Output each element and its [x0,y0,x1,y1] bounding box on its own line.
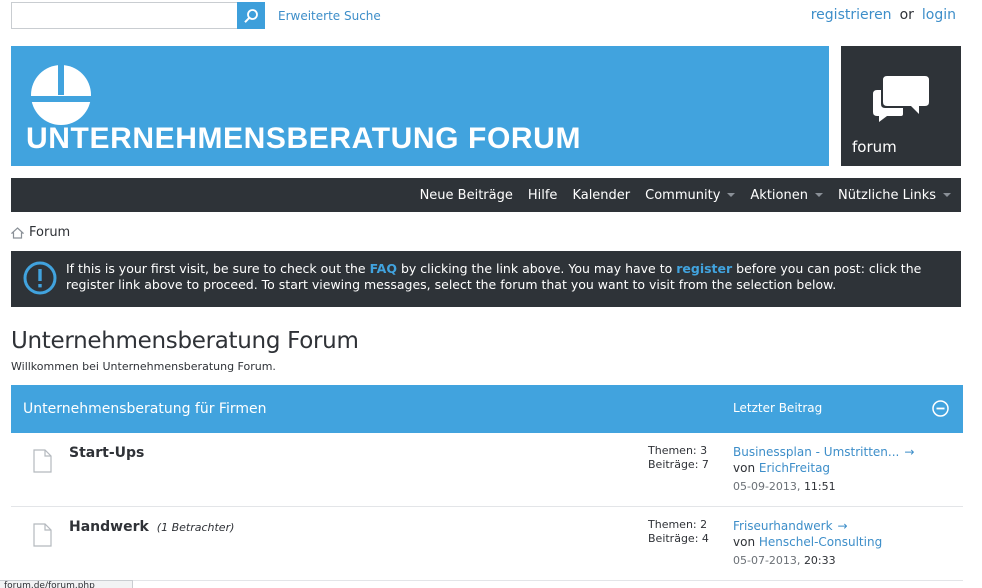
faq-link[interactable]: FAQ [370,261,397,276]
register-notice-link[interactable]: register [676,261,732,276]
nav-label: Aktionen [750,187,808,203]
nav-neue-beitraege[interactable]: Neue Beiträge [420,188,513,203]
pie-chart-logo-icon [31,65,91,125]
search-icon [244,8,258,23]
chat-bubbles-icon [873,76,929,122]
category-header: Unternehmensberatung für Firmen Letzter … [11,385,963,433]
browser-status-bar: forum.de/forum.php [0,580,133,588]
nav-community[interactable]: Community [645,187,736,203]
nav-kalender[interactable]: Kalender [572,188,630,203]
viewers-count: (1 Betrachter) [156,521,235,534]
notice-text: If this is your first visit, be sure to … [66,261,922,292]
forum-tile[interactable]: forum [841,46,961,166]
last-post-header: Letzter Beitrag [733,401,823,415]
collapse-minus-icon[interactable] [932,400,949,417]
nav-label: Nützliche Links [837,187,936,203]
search-button[interactable] [237,2,265,29]
nav-label: Kalender [572,187,631,203]
forum-document-icon [33,449,52,473]
page-description: Willkommen bei Unternehmensberatung Foru… [11,360,276,373]
chevron-down-icon [727,193,736,197]
breadcrumb: Forum [11,225,70,240]
login-link[interactable]: login [922,7,956,23]
last-post-date: 05-07-2013, 20:33 [733,554,836,567]
forum-stats: Themen: 3 Beiträge: 7 [648,444,709,472]
nav-label: Community [645,187,721,203]
search-input[interactable] [11,2,237,29]
posts-count: Beiträge: 7 [648,458,709,471]
chevron-down-icon [814,193,823,197]
auth-links: registrieren or login [811,7,956,23]
nav-hilfe[interactable]: Hilfe [528,188,558,203]
forum-name: Handwerk (1 Betrachter) [69,519,234,535]
main-navbar: Neue Beiträge Hilfe Kalender Community A… [11,178,961,212]
last-post-title-link[interactable]: Businessplan - Umstritten... [733,445,899,459]
last-post-date: 05-09-2013, 11:51 [733,480,836,493]
last-post-title-link[interactable]: Friseurhandwerk [733,519,833,533]
forum-stats: Themen: 2 Beiträge: 4 [648,518,709,546]
arrow-right-icon[interactable]: → [838,519,848,533]
forum-row-start-ups: Start-Ups Themen: 3 Beiträge: 7 Business… [11,433,963,507]
last-post-author-link[interactable]: ErichFreitag [759,461,830,475]
or-text: or [899,7,914,23]
last-post-author-link[interactable]: Henschel-Consulting [759,535,882,549]
advanced-search-link[interactable]: Erweiterte Suche [278,9,381,23]
banner-title: UNTERNEHMENSBERATUNG FORUM [26,122,582,155]
page-title: Unternehmensberatung Forum [11,328,359,354]
welcome-notice: If this is your first visit, be sure to … [11,251,961,307]
nav-aktionen[interactable]: Aktionen [750,188,823,203]
posts-count: Beiträge: 4 [648,532,709,545]
forum-tile-label: forum [852,138,897,156]
forum-document-icon [33,523,52,547]
forum-name[interactable]: Start-Ups [69,445,144,461]
topics-count: Themen: 3 [648,444,708,457]
nav-label: Neue Beiträge [419,187,513,203]
last-post: Friseurhandwerk → von Henschel-Consulting… [733,519,883,567]
nav-label: Hilfe [527,187,558,203]
register-link[interactable]: registrieren [811,7,892,23]
breadcrumb-forum-link[interactable]: Forum [29,225,70,240]
site-banner[interactable]: UNTERNEHMENSBERATUNG FORUM [11,46,829,166]
info-exclamation-icon [23,261,57,295]
nav-nuetzliche-links[interactable]: Nützliche Links [838,188,951,203]
home-icon[interactable] [11,226,24,239]
last-post: Businessplan - Umstritten... → von ErichF… [733,445,915,493]
chevron-down-icon [943,193,951,197]
forum-row-handwerk: Handwerk (1 Betrachter) Themen: 2 Beiträg… [11,507,963,581]
topics-count: Themen: 2 [648,518,708,531]
forum-name-link[interactable]: Handwerk [69,519,149,535]
arrow-right-icon[interactable]: → [904,445,914,459]
category-title[interactable]: Unternehmensberatung für Firmen [23,401,266,417]
